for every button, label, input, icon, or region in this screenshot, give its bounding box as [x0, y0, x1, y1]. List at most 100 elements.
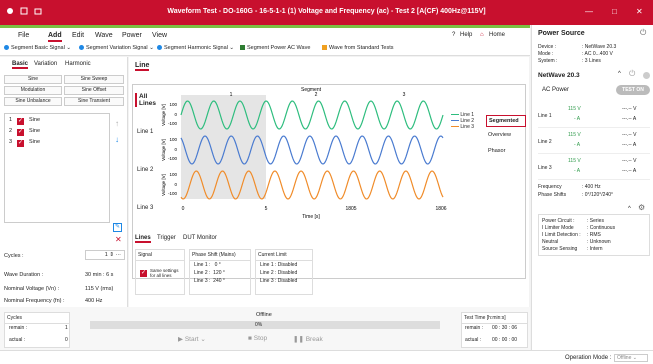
chevron-up-icon[interactable]: ^: [628, 206, 631, 212]
cycles-box: Cycles remain : 1 actual : 0: [4, 312, 70, 348]
menu-edit[interactable]: Edit: [72, 32, 84, 39]
segment-basic-signal-button[interactable]: Segment Basic Signal ⌄: [4, 45, 71, 51]
power-icon[interactable]: ⏻: [629, 69, 635, 79]
standard-tests-icon: [322, 45, 327, 51]
modulation-button[interactable]: Modulation: [4, 86, 62, 95]
status-indicator-icon: [643, 72, 650, 79]
info-box: Power Circuit : : Series I Limiter Mode …: [538, 214, 650, 256]
i-limit-detection-value: : RMS: [587, 232, 601, 238]
chevron-up-icon[interactable]: ^: [618, 71, 621, 77]
help-link[interactable]: Help: [460, 32, 472, 38]
tab-variation[interactable]: Variation: [34, 61, 57, 67]
move-up-icon[interactable]: ↑: [115, 119, 119, 128]
tab-basic[interactable]: Basic: [12, 61, 29, 69]
segment-variation-signal-button[interactable]: Segment Variation Signal ⌄: [79, 45, 154, 51]
list-item[interactable]: 2 ✓ Sine: [7, 128, 107, 138]
center-panel: Line All Lines Line 1 Line 2 Line 3 Segm…: [129, 57, 529, 307]
tab-line[interactable]: Line: [135, 62, 150, 71]
help-icon[interactable]: ?: [452, 32, 455, 38]
wave-from-standard-tests-button[interactable]: Wave from Standard Tests: [322, 45, 394, 51]
maximize-button[interactable]: □: [612, 7, 617, 16]
cycles-input[interactable]: 1 ⇕ ···: [85, 250, 125, 260]
close-button[interactable]: ✕: [636, 7, 643, 16]
y-tick-label: -100: [168, 191, 178, 196]
tab-segmented[interactable]: Segmented: [486, 115, 526, 127]
current-line-2: Line 2 : Disabled: [260, 270, 298, 276]
line-1-label: Line 1: [538, 113, 552, 119]
line-2-current-meas: ---.-- A: [622, 142, 637, 148]
y-tick-label: -100: [168, 121, 178, 126]
menu-wave[interactable]: Wave: [95, 32, 113, 39]
delete-icon[interactable]: ✕: [115, 235, 122, 244]
signal-header: Signal: [136, 250, 184, 261]
segment-power-ac-wave-button[interactable]: Segment Power AC Wave: [240, 45, 310, 51]
phase-line-3: Line 3 : 240 °: [194, 278, 225, 284]
tab-trigger[interactable]: Trigger: [157, 235, 176, 241]
operation-mode-select[interactable]: Offline ⌄: [614, 354, 648, 362]
start-button[interactable]: ▶ Start ⌄: [178, 335, 206, 343]
segment-1-band: [181, 95, 266, 199]
tab-phasor[interactable]: Phasor: [486, 146, 526, 158]
line-1-current-meas: ---.-- A: [622, 116, 637, 122]
line-2-voltage-meas: ---.-- V: [622, 132, 637, 138]
device-value: : NetWave 20.3: [582, 44, 617, 50]
checkbox[interactable]: ✓: [17, 129, 24, 136]
tab-lines[interactable]: Lines: [135, 235, 151, 243]
list-item[interactable]: 1 ✓ Sine: [7, 117, 107, 127]
neutral-label: Neutral: [542, 239, 559, 245]
minimize-button[interactable]: —: [585, 7, 593, 16]
segment-number: 1: [230, 92, 233, 98]
menu-file[interactable]: File: [18, 32, 29, 39]
power-circuit-value: : Series: [587, 218, 604, 224]
sine-offset-button[interactable]: Sine Offset: [64, 86, 124, 95]
tab-dut-monitor[interactable]: DUT Monitor: [183, 235, 217, 241]
checkbox[interactable]: ✓: [17, 140, 24, 147]
menu-power[interactable]: Power: [122, 32, 142, 39]
sine-unbalance-button[interactable]: Sine Unbalance: [4, 97, 62, 106]
test-time-title: Test Time [h:min:s]: [462, 313, 527, 324]
segment-harmonic-signal-button[interactable]: Segment Harmonic Signal ⌄: [157, 45, 234, 51]
tab-harmonic[interactable]: Harmonic: [65, 61, 91, 67]
tab-line-1[interactable]: Line 1: [137, 129, 155, 135]
home-link[interactable]: Home: [489, 32, 505, 38]
plug-icon[interactable]: ⏻: [640, 28, 646, 38]
i-limit-detection-label: I Limit Detection :: [542, 232, 581, 238]
legend: Line 1 Line 2 Line 3: [451, 112, 474, 130]
power-source-title: Power Source: [538, 30, 585, 37]
netwave-title: NetWave 20.3: [538, 72, 580, 79]
home-icon[interactable]: ⌂: [480, 32, 484, 38]
menu-view[interactable]: View: [152, 32, 167, 39]
sine-sweep-button[interactable]: Sine Sweep: [64, 75, 124, 84]
break-button[interactable]: ❚❚ Break: [293, 335, 323, 343]
checkbox[interactable]: ✓: [17, 118, 24, 125]
sine-button[interactable]: Sine: [4, 75, 62, 84]
tab-overview[interactable]: Overview: [486, 130, 526, 144]
signal-list: 1 ✓ Sine 2 ✓ Sine 3 ✓ Sine: [4, 113, 110, 223]
i-limiter-mode-value: : Continuous: [587, 225, 616, 231]
edit-icon[interactable]: ✎: [113, 223, 122, 232]
left-panel: Basic Variation Harmonic Sine Sine Sweep…: [0, 57, 128, 307]
menu-add[interactable]: Add: [48, 32, 62, 42]
move-down-icon[interactable]: ↓: [115, 135, 119, 144]
wave-duration-value: 30 min : 6 s: [85, 272, 114, 278]
tab-all-lines[interactable]: All Lines: [135, 93, 157, 107]
stop-button[interactable]: ■ Stop: [248, 335, 267, 342]
tab-line-2[interactable]: Line 2: [137, 167, 155, 173]
line-1-voltage-meas: ---.-- V: [622, 106, 637, 112]
same-settings-label: Same settings for all lines: [150, 268, 179, 278]
settings-icon[interactable]: ⚙: [638, 203, 645, 212]
remain-time-label: remain :: [465, 325, 484, 331]
same-settings-checkbox[interactable]: ✓: [140, 270, 147, 277]
tab-line-3[interactable]: Line 3: [137, 205, 155, 211]
test-on-button[interactable]: TEST ON: [616, 85, 650, 95]
sine-transient-button[interactable]: Sine Transient: [64, 97, 124, 106]
signal-label: Sine: [29, 117, 41, 123]
ribbon-toolbar: Segment Basic Signal ⌄ Segment Variation…: [0, 42, 530, 56]
y-tick-label: -100: [168, 156, 178, 161]
power-circuit-label: Power Circuit :: [542, 218, 575, 224]
operation-mode-label: Operation Mode :: [565, 355, 612, 361]
test-time-box: Test Time [h:min:s] remain : 00 : 30 : 0…: [461, 312, 528, 348]
list-item[interactable]: 3 ✓ Sine: [7, 139, 107, 149]
remain-label: remain :: [9, 325, 28, 331]
y-axis-label: Voltage [V]: [161, 139, 166, 161]
